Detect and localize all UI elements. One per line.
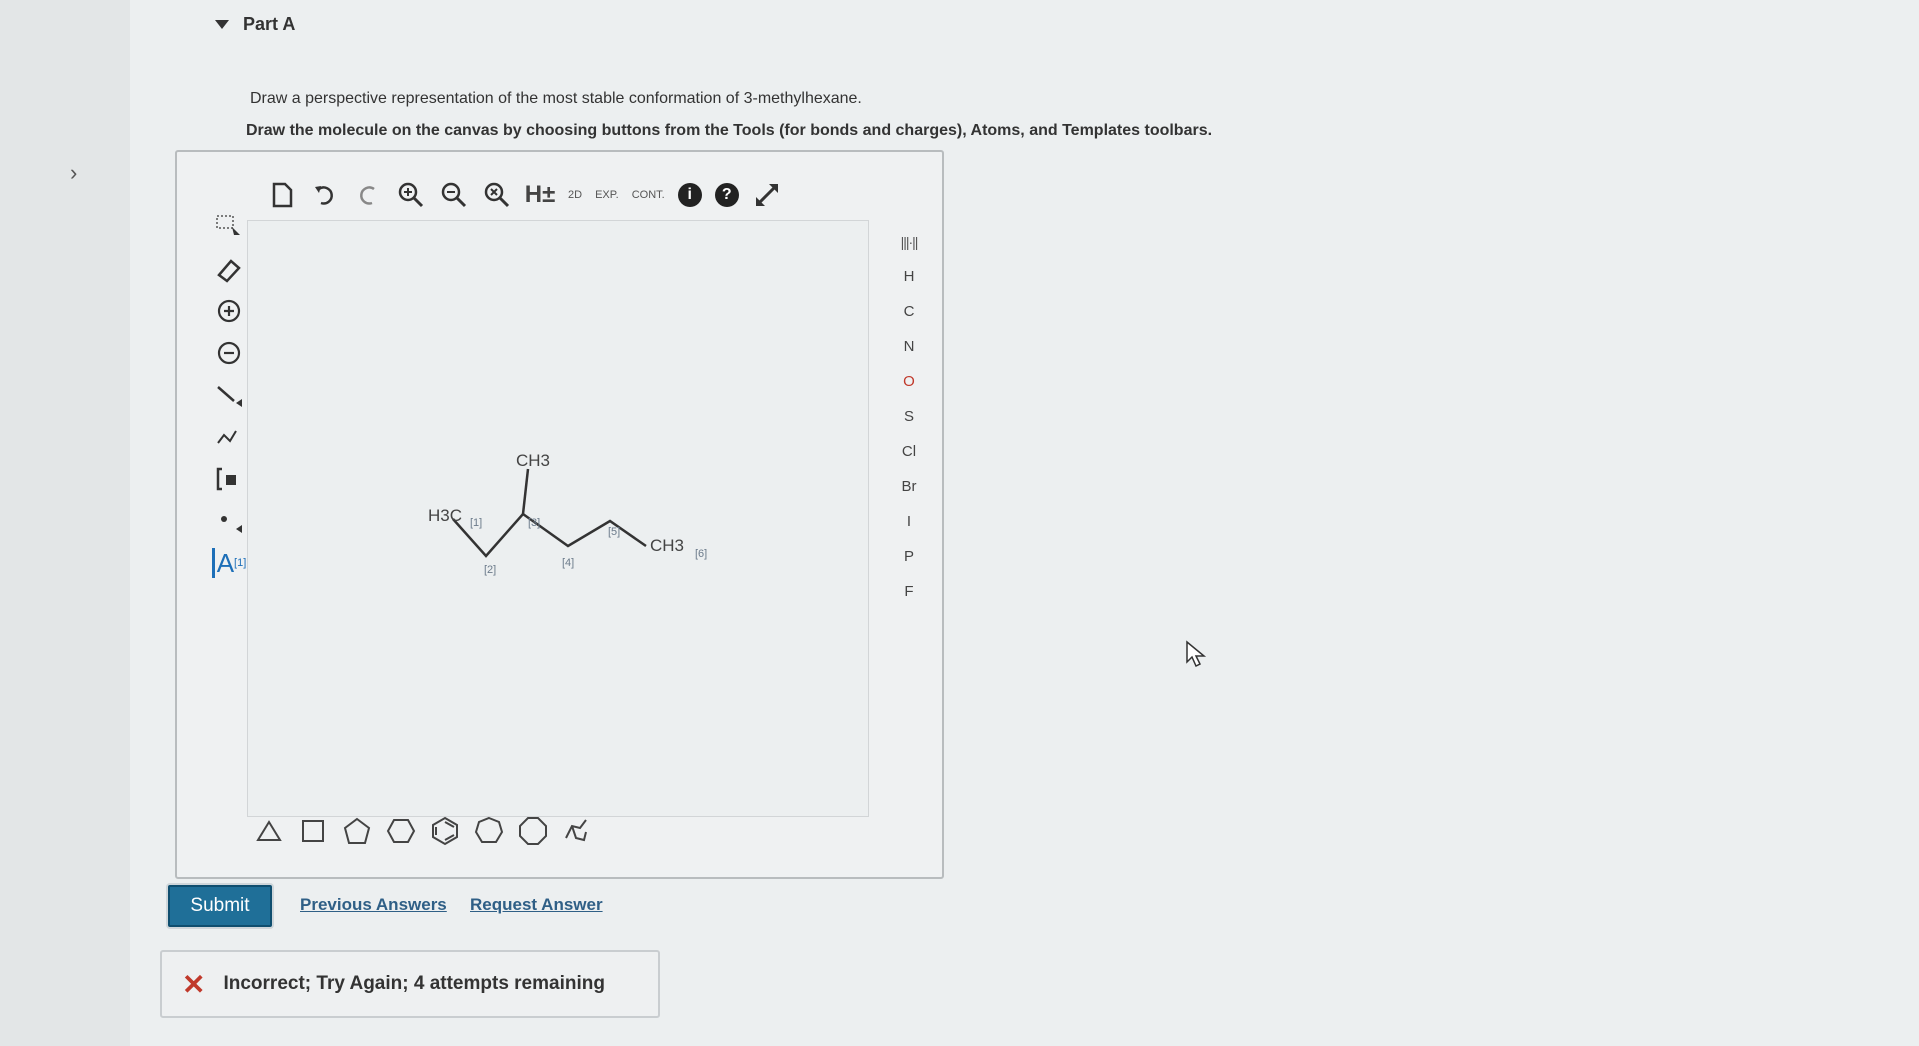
atom-text-index: [1] bbox=[234, 557, 247, 569]
mouse-cursor-icon bbox=[1185, 640, 1207, 673]
cyclopentane-template-icon[interactable] bbox=[340, 814, 374, 848]
selection-tool-icon[interactable] bbox=[214, 212, 244, 242]
undo-icon[interactable] bbox=[310, 180, 340, 210]
atom-label-h3c: H3C bbox=[428, 506, 462, 525]
help-icon[interactable]: ? bbox=[714, 183, 739, 207]
caret-down-icon[interactable] bbox=[215, 20, 229, 29]
atom-text-tool[interactable]: A [1] bbox=[211, 547, 247, 578]
previous-answers-link[interactable]: Previous Answers bbox=[300, 895, 447, 915]
top-toolbar: H± 2D EXP. CONT. i ? bbox=[267, 174, 782, 216]
submit-button[interactable]: Submit bbox=[168, 885, 272, 927]
info-icon[interactable]: i bbox=[677, 183, 702, 207]
feedback-message: Incorrect; Try Again; 4 attempts remaini… bbox=[223, 973, 605, 994]
atom-index: [2] bbox=[484, 564, 496, 576]
atom-button-br[interactable]: Br bbox=[902, 478, 917, 495]
zoom-reset-icon[interactable] bbox=[482, 180, 512, 210]
chair-template-icon[interactable] bbox=[560, 814, 594, 848]
left-toolbar: A [1] bbox=[207, 212, 251, 578]
instruction-text-bold: Draw the molecule on the canvas by choos… bbox=[246, 122, 1213, 139]
part-title: Part A bbox=[243, 14, 296, 34]
atom-button-p[interactable]: P bbox=[904, 548, 914, 565]
positive-charge-icon[interactable] bbox=[214, 296, 244, 326]
atom-button-f[interactable]: F bbox=[904, 583, 913, 600]
zoom-in-icon[interactable] bbox=[396, 180, 426, 210]
atom-button-cl[interactable]: Cl bbox=[902, 443, 916, 460]
cyclooctane-template-icon[interactable] bbox=[516, 814, 550, 848]
part-header[interactable]: Part A bbox=[215, 14, 295, 35]
atom-button-i[interactable]: I bbox=[907, 513, 911, 530]
drawing-canvas[interactable]: H3C CH3 CH3 [1] [2] [3] [4] [5] [6] bbox=[247, 220, 869, 817]
atom-button-c[interactable]: C bbox=[904, 303, 915, 320]
atom-index: [6] bbox=[695, 548, 707, 560]
templates-toolbar bbox=[252, 814, 594, 848]
feedback-box: ✕ Incorrect; Try Again; 4 attempts remai… bbox=[160, 950, 660, 1018]
cyclohexane-template-icon[interactable] bbox=[384, 814, 418, 848]
atom-button-o[interactable]: O bbox=[903, 373, 915, 390]
left-margin bbox=[0, 0, 130, 1046]
atom-button-h[interactable]: H bbox=[904, 268, 915, 285]
benzene-template-icon[interactable] bbox=[428, 814, 462, 848]
atom-text-label: A bbox=[216, 547, 235, 578]
cyclobutane-template-icon[interactable] bbox=[296, 814, 330, 848]
chain-tool-icon[interactable] bbox=[214, 422, 244, 452]
atom-index: [4] bbox=[562, 557, 574, 569]
atom-label-ch3-top: CH3 bbox=[516, 451, 550, 470]
atom-label-ch3-right: CH3 bbox=[650, 536, 684, 555]
atom-button-n[interactable]: N bbox=[904, 338, 915, 355]
bracket-tool-icon[interactable] bbox=[214, 464, 244, 494]
eraser-icon[interactable] bbox=[214, 254, 244, 284]
periodic-table-icon[interactable]: |||·|| bbox=[901, 234, 919, 250]
incorrect-x-icon: ✕ bbox=[182, 968, 206, 1000]
contract-button[interactable]: CONT. bbox=[632, 180, 665, 210]
molecule-editor: H± 2D EXP. CONT. i ? A [1] H3C CH3 CH3 [… bbox=[175, 150, 944, 879]
explicit-hydrogens-button[interactable]: H± bbox=[525, 180, 556, 210]
radical-tool-icon[interactable] bbox=[214, 506, 244, 536]
redo-icon[interactable] bbox=[353, 180, 383, 210]
chevron-right-icon[interactable]: › bbox=[70, 160, 77, 186]
expand-button[interactable]: EXP. bbox=[595, 180, 619, 210]
negative-charge-icon[interactable] bbox=[214, 338, 244, 368]
atom-index: [1] bbox=[470, 517, 482, 529]
clean-2d-button[interactable]: 2D bbox=[568, 180, 582, 210]
zoom-out-icon[interactable] bbox=[439, 180, 469, 210]
atom-button-s[interactable]: S bbox=[904, 408, 914, 425]
single-bond-icon[interactable] bbox=[214, 380, 244, 410]
fullscreen-icon[interactable] bbox=[752, 180, 782, 210]
instruction-text: Draw a perspective representation of the… bbox=[250, 90, 862, 107]
atom-index: [5] bbox=[608, 526, 620, 538]
cycloheptane-template-icon[interactable] bbox=[472, 814, 506, 848]
atom-index: [3] bbox=[528, 517, 540, 529]
request-answer-link[interactable]: Request Answer bbox=[470, 895, 603, 915]
atoms-toolbar: |||·|| H C N O S Cl Br I P F bbox=[889, 234, 929, 600]
molecule-drawing: H3C CH3 CH3 [1] [2] [3] [4] [5] [6] bbox=[428, 451, 707, 576]
new-document-icon[interactable] bbox=[267, 180, 297, 210]
cyclopropane-template-icon[interactable] bbox=[252, 814, 286, 848]
